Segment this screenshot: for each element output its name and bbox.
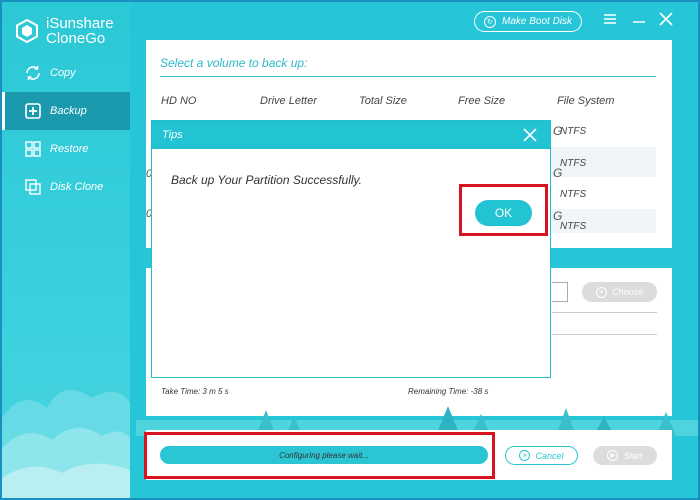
remaining-time-text: Remaining Time: -38 s	[408, 387, 489, 396]
dialog-header: Tips	[152, 121, 550, 149]
dialog-title: Tips	[162, 129, 183, 141]
divider	[552, 334, 657, 335]
table-cell-file-system: NTFS	[560, 221, 587, 232]
backup-icon	[24, 102, 42, 120]
column-header-free-size: Free Size	[458, 95, 506, 107]
table-cell-file-system: NTFS	[560, 189, 587, 200]
plus-icon: +	[595, 286, 607, 298]
divider	[160, 76, 656, 77]
make-boot-disk-label: Make Boot Disk	[501, 16, 573, 27]
sidebar-item-label: Disk Clone	[50, 181, 104, 193]
logo-icon	[16, 18, 38, 44]
column-header-hd-no: HD NO	[161, 95, 197, 107]
play-icon: ▶	[607, 450, 619, 461]
ok-highlight-box	[459, 184, 548, 236]
sidebar-item-restore[interactable]: Restore	[2, 130, 130, 168]
table-cell-file-system: NTFS	[560, 158, 587, 169]
restore-icon	[24, 140, 42, 158]
sidebar-nav: Copy Backup Restore Disk Clone	[2, 54, 130, 206]
choose-label: Choose	[611, 287, 644, 297]
tips-dialog: Tips Back up Your Partition Successfully…	[151, 120, 551, 378]
app-name: iSunshare CloneGo	[46, 16, 114, 46]
sidebar-item-copy[interactable]: Copy	[2, 54, 130, 92]
column-header-file-system: File System	[557, 95, 615, 107]
sidebar: iSunshare CloneGo Copy Backup Restore Di…	[2, 2, 130, 498]
divider	[552, 312, 657, 313]
sidebar-item-label: Restore	[50, 143, 89, 155]
clouds-decoration	[2, 390, 130, 498]
volume-panel-title: Select a volume to back up:	[160, 56, 308, 70]
progress-highlight-box	[144, 432, 495, 479]
cancel-button[interactable]: × Cancel	[505, 446, 578, 465]
take-time-text: Take Time: 3 m 5 s	[161, 387, 229, 396]
minimize-icon[interactable]	[632, 12, 646, 26]
choose-button[interactable]: + Choose	[582, 282, 657, 302]
dialog-message: Back up Your Partition Successfully.	[171, 173, 362, 187]
column-header-drive-letter: Drive Letter	[260, 95, 317, 107]
app-window: iSunshare CloneGo Copy Backup Restore Di…	[0, 0, 700, 500]
table-cell-file-system: NTFS	[560, 126, 587, 137]
menu-icon[interactable]	[603, 12, 617, 26]
start-button[interactable]: ▶ Start	[593, 446, 657, 465]
app-name-line1: iSunshare	[46, 15, 114, 32]
disk-clone-icon	[24, 178, 42, 196]
start-label: Start	[623, 450, 643, 461]
sidebar-item-disk-clone[interactable]: Disk Clone	[2, 168, 130, 206]
copy-icon	[24, 64, 42, 82]
close-icon[interactable]	[658, 11, 674, 27]
boot-disk-icon: ↻	[483, 15, 496, 28]
sidebar-item-backup[interactable]: Backup	[2, 92, 130, 130]
sidebar-item-label: Copy	[50, 67, 76, 79]
app-logo: iSunshare CloneGo	[16, 16, 114, 46]
app-name-line2: CloneGo	[46, 30, 106, 47]
target-path-input[interactable]	[552, 282, 568, 302]
cancel-label: Cancel	[535, 450, 564, 461]
cancel-icon: ×	[519, 450, 531, 461]
column-header-total-size: Total Size	[359, 95, 407, 107]
sidebar-item-label: Backup	[50, 105, 87, 117]
make-boot-disk-button[interactable]: ↻ Make Boot Disk	[474, 11, 582, 32]
dialog-close-icon[interactable]	[522, 127, 538, 143]
